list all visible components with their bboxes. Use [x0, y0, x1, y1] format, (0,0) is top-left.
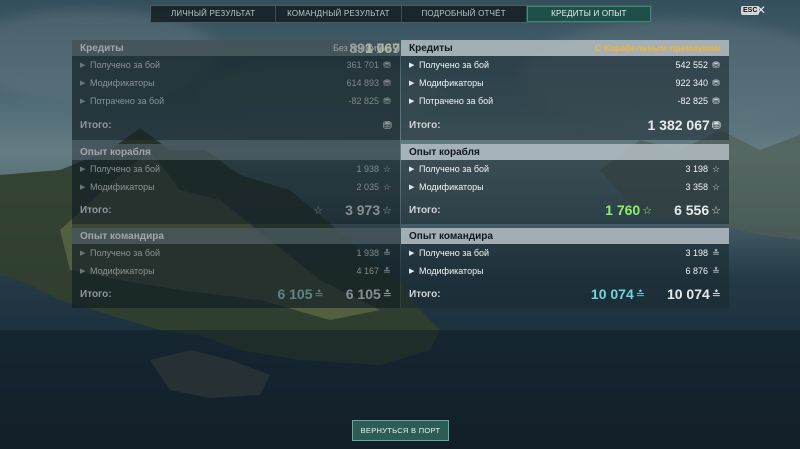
- ship-xp-total-row: Итого: 1 067 ☆ 3 973 ☆: [72, 40, 400, 308]
- expand-arrow-icon: ▶: [409, 184, 415, 191]
- premium-subtitle: С Корабельным премиумом: [594, 43, 721, 53]
- total-value: 1 382 067: [647, 117, 710, 133]
- close-icon[interactable]: ✕: [756, 3, 766, 17]
- modifiers-row[interactable]: ▶ Модификаторы 6 876 ≛: [401, 262, 729, 280]
- credit-coin-icon: ⛃: [712, 59, 720, 70]
- credit-coin-icon: ⛃: [712, 95, 720, 106]
- earned-row[interactable]: ▶ Получено за бой 542 552 ⛃: [401, 56, 729, 74]
- earned-row[interactable]: ▶ Получено за бой 3 198 ☆: [401, 160, 729, 178]
- section-title: Опыт корабля: [409, 146, 480, 158]
- expand-arrow-icon: ▶: [409, 80, 415, 87]
- bonus-value: 1 067: [72, 40, 400, 308]
- panel-no-premium: Кредиты Без премиума ▶ Получено за бой 3…: [72, 40, 400, 308]
- ship-xp-total-row: Итого: 1 760 ☆ 6 556 ☆: [401, 196, 729, 224]
- expand-arrow-icon: ▶: [409, 268, 415, 275]
- tab-credits-and-xp[interactable]: КРЕДИТЫ И ОПЫТ: [526, 6, 651, 22]
- credits-total-row: Итого: 1 382 067 ⛃: [401, 110, 729, 140]
- row-value: 6 876: [685, 266, 708, 276]
- credit-coin-icon: ⛃: [712, 77, 720, 88]
- total-value: 10 074: [666, 286, 710, 302]
- commander-xp-icon: ≛: [711, 288, 721, 301]
- total-label: Итого:: [409, 204, 441, 216]
- credit-coin-icon: ⛃: [711, 119, 721, 132]
- commander-xp-icon: ≛: [635, 288, 645, 301]
- earned-row[interactable]: ▶ Получено за бой 3 198 ≛: [401, 244, 729, 262]
- row-value: 3 198: [685, 164, 708, 174]
- row-label: Получено за бой: [419, 164, 490, 174]
- row-value: -82 825: [677, 96, 708, 106]
- row-value: 3 198: [685, 248, 708, 258]
- credits-section: Кредиты С Корабельным премиумом ▶ Получе…: [401, 40, 729, 140]
- result-tabs: ЛИЧНЫЙ РЕЗУЛЬТАТ КОМАНДНЫЙ РЕЗУЛЬТАТ ПОД…: [150, 5, 652, 23]
- expand-arrow-icon: ▶: [409, 62, 415, 69]
- section-title: Кредиты: [409, 42, 453, 54]
- modifiers-row[interactable]: ▶ Модификаторы 922 340 ⛃: [401, 74, 729, 92]
- tab-personal-result[interactable]: ЛИЧНЫЙ РЕЗУЛЬТАТ: [151, 6, 277, 22]
- ship-xp-section: Опыт корабля ▶ Получено за бой 3 198 ☆ ▶…: [401, 144, 729, 224]
- total-label: Итого:: [409, 288, 441, 300]
- expand-arrow-icon: ▶: [409, 250, 415, 257]
- section-header: Опыт корабля: [401, 144, 729, 160]
- ship-xp-section: Опыт корабля ▶ Получено за бой 1 938 ☆ ▶…: [72, 40, 400, 308]
- row-label: Модификаторы: [419, 78, 484, 88]
- commander-xp-icon: ≛: [712, 265, 720, 276]
- total-label: Итого:: [409, 119, 441, 131]
- section-header: Кредиты С Корабельным премиумом: [401, 40, 729, 56]
- panel-ship-premium: Кредиты С Корабельным премиумом ▶ Получе…: [401, 40, 729, 308]
- bonus-group: 1 067 ☆: [72, 40, 400, 308]
- section-title: Опыт командира: [409, 230, 493, 242]
- row-label: Потрачено за бой: [419, 96, 494, 106]
- row-value: 3 358: [685, 182, 708, 192]
- star-icon: ☆: [642, 204, 653, 217]
- row-label: Модификаторы: [419, 182, 484, 192]
- bonus-value: 1 760: [605, 202, 641, 218]
- commander-xp-total-row: Итого: 10 074 ≛ 10 074 ≛: [401, 280, 729, 308]
- modifiers-row[interactable]: ▶ Модификаторы 3 358 ☆: [401, 178, 729, 196]
- return-to-port-button[interactable]: ВЕРНУТЬСЯ В ПОРТ: [352, 420, 449, 441]
- row-value: 922 340: [675, 78, 708, 88]
- tab-team-result[interactable]: КОМАНДНЫЙ РЕЗУЛЬТАТ: [276, 6, 402, 22]
- commander-xp-icon: ≛: [712, 247, 720, 258]
- star-icon: ☆: [711, 204, 721, 217]
- row-label: Модификаторы: [419, 266, 484, 276]
- bonus-value: 10 074: [590, 286, 634, 302]
- bonus-group: 10 074 ≛: [591, 286, 645, 302]
- total-value: 6 556: [674, 202, 710, 218]
- row-value: 542 552: [675, 60, 708, 70]
- expand-arrow-icon: ▶: [409, 166, 415, 173]
- row-label: Получено за бой: [419, 60, 490, 70]
- tab-detailed-report[interactable]: ПОДРОБНЫЙ ОТЧЁТ: [402, 6, 527, 22]
- spent-row[interactable]: ▶ Потрачено за бой -82 825 ⛃: [401, 92, 729, 110]
- expand-arrow-icon: ▶: [409, 98, 415, 105]
- section-header: Опыт командира: [401, 228, 729, 244]
- row-label: Получено за бой: [419, 248, 490, 258]
- commander-xp-section: Опыт командира ▶ Получено за бой 3 198 ≛…: [401, 228, 729, 308]
- star-icon: ☆: [711, 163, 721, 174]
- star-icon: ☆: [711, 181, 721, 192]
- bonus-group: 1 760 ☆: [605, 202, 652, 218]
